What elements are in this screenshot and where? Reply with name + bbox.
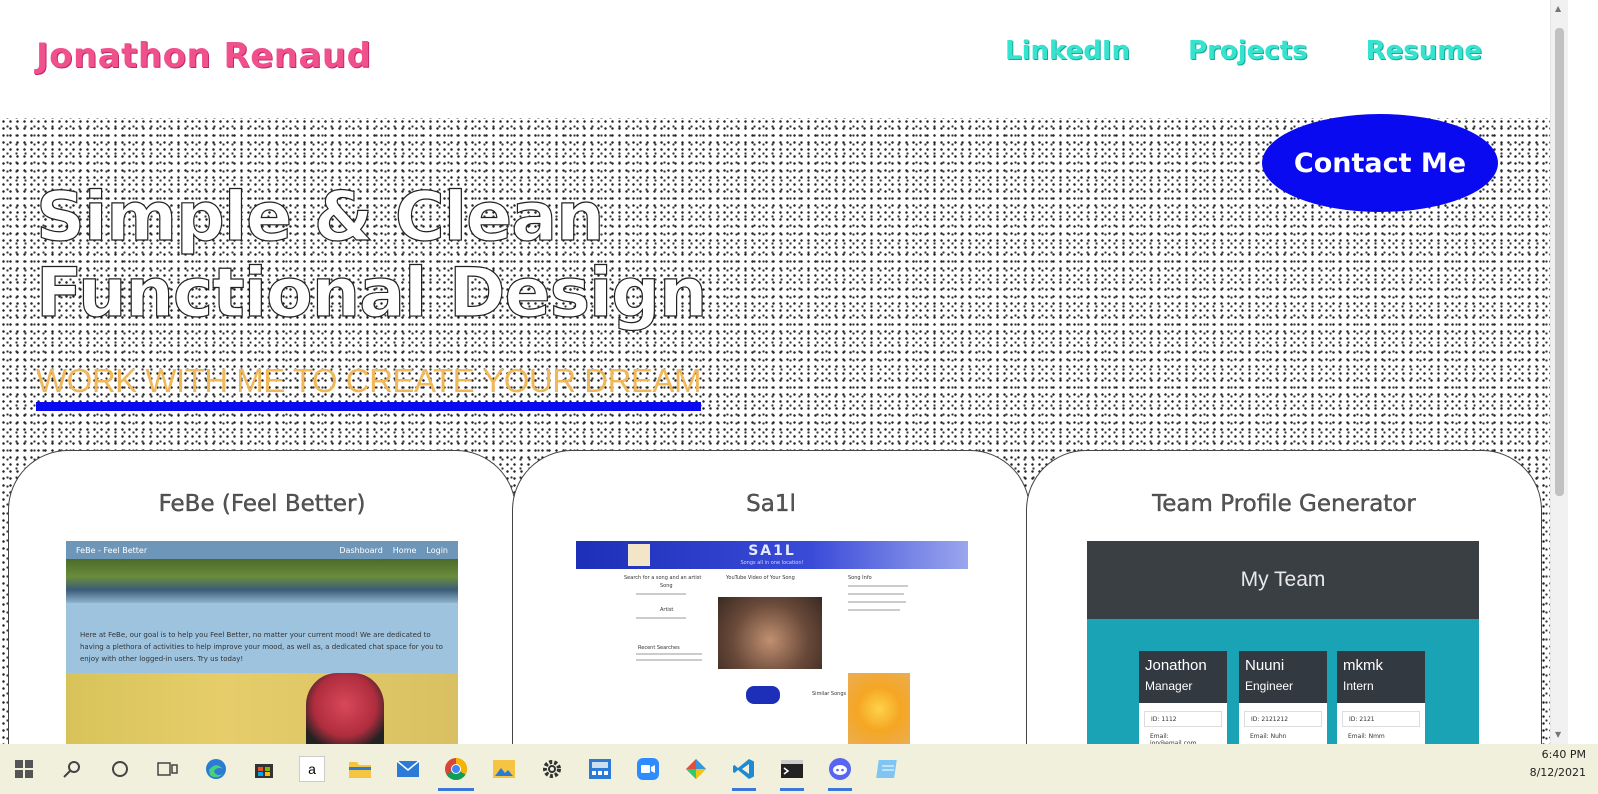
sail-preview-song-label: Song	[660, 583, 673, 589]
sail-preview-search-heading: Search for a song and an artist	[624, 575, 702, 581]
sail-preview-video	[718, 597, 822, 669]
windows-taskbar: a 6:40 PM 8/12/2021	[0, 744, 1598, 794]
team-preview-header: My Team	[1087, 541, 1479, 619]
hero-tagline: WORK WITH ME TO CREATE YOUR DREAM	[36, 362, 701, 411]
sail-preview-header: SA1L Songs all in one location!	[576, 541, 968, 569]
sail-preview-info-line	[848, 593, 904, 595]
clock-date: 8/12/2021	[1529, 766, 1586, 779]
terminal-icon[interactable]	[768, 747, 816, 791]
project-card-febe[interactable]: FeBe (Feel Better) FeBe - Feel Better Da…	[8, 450, 516, 771]
cortana-icon[interactable]	[96, 747, 144, 791]
project-title: FeBe (Feel Better)	[158, 491, 366, 517]
project-screenshot-febe[interactable]: FeBe - Feel Better Dashboard Home Login …	[66, 541, 458, 753]
sail-preview-info-heading: Song Info	[848, 575, 872, 581]
vscode-icon[interactable]	[720, 747, 768, 791]
febe-preview-app-name: FeBe - Feel Better	[76, 545, 148, 555]
windows-start-icon[interactable]	[0, 747, 48, 791]
febe-preview-photo	[66, 673, 458, 753]
page-scrollbar[interactable]: ▲ ▼	[1550, 0, 1568, 744]
nav-linkedin[interactable]: LinkedIn	[1005, 36, 1130, 66]
febe-preview-banner	[66, 559, 458, 603]
sail-preview-button	[746, 686, 780, 704]
sail-preview-video-heading: YouTube Video of Your Song	[726, 575, 795, 581]
site-header: Jonathon Renaud LinkedIn Projects Resume	[0, 0, 1550, 118]
team-member-id: ID: 2121	[1342, 711, 1420, 727]
team-member-card-head: mkmk Intern	[1337, 651, 1425, 703]
headline-line-1: Simple & Clean	[35, 178, 605, 257]
main-nav: LinkedIn Projects Resume	[1005, 36, 1482, 66]
project-title: Team Profile Generator	[1152, 491, 1416, 517]
febe-preview-links: Dashboard Home Login	[339, 546, 448, 555]
team-member-role: Engineer	[1245, 679, 1294, 693]
nav-resume[interactable]: Resume	[1366, 36, 1482, 66]
sail-preview-info-line	[848, 585, 908, 587]
calculator-icon[interactable]	[576, 747, 624, 791]
febe-preview-nav: FeBe - Feel Better Dashboard Home Login	[66, 541, 458, 559]
febe-preview-link: Login	[426, 545, 448, 555]
nav-projects[interactable]: Projects	[1188, 36, 1308, 66]
hero-headline: Simple & Clean Functional Design	[35, 178, 708, 333]
team-member-card-head: Jonathon Manager	[1139, 651, 1227, 703]
team-member-role: Intern	[1343, 679, 1374, 693]
team-member-card-head: Nuuni Engineer	[1239, 651, 1327, 703]
notepad-icon[interactable]	[864, 747, 912, 791]
sail-preview-subtitle: Songs all in one location!	[740, 560, 804, 566]
project-title: Sa1l	[746, 491, 796, 517]
team-member-card: mkmk Intern ID: 2121 Email: Nmm	[1337, 651, 1425, 753]
project-card-team-profile[interactable]: Team Profile Generator My Team Jonathon …	[1026, 450, 1542, 771]
team-member-role: Manager	[1145, 679, 1193, 693]
store-icon[interactable]	[240, 747, 288, 791]
file-explorer-icon[interactable]	[336, 747, 384, 791]
scroll-down-arrow-icon[interactable]: ▼	[1555, 730, 1561, 739]
sail-preview-artist-label: Artist	[660, 607, 674, 613]
shoe-image	[306, 673, 384, 753]
team-member-name: Nuuni	[1245, 657, 1285, 674]
team-member-card: Jonathon Manager ID: 1112 Email: jon@ema…	[1139, 651, 1227, 753]
febe-preview-blurb: Here at FeBe, our goal is to help you Fe…	[66, 603, 458, 673]
team-member-id: ID: 2121212	[1244, 711, 1322, 727]
sail-preview-album-art	[848, 673, 910, 753]
febe-preview-link: Dashboard	[339, 545, 383, 555]
chrome-icon[interactable]	[432, 747, 480, 791]
project-screenshot-team[interactable]: My Team Jonathon Manager ID: 1112 Email:…	[1087, 541, 1479, 753]
scrollbar-thumb[interactable]	[1555, 28, 1564, 496]
amazon-icon[interactable]: a	[288, 747, 336, 791]
clock-time: 6:40 PM	[1541, 748, 1586, 761]
team-member-card: Nuuni Engineer ID: 2121212 Email: Nuhn	[1239, 651, 1327, 753]
photos-icon[interactable]	[480, 747, 528, 791]
team-member-name: Jonathon	[1145, 657, 1207, 674]
contact-me-button[interactable]: Contact Me	[1262, 114, 1498, 212]
sail-preview-recent-row	[636, 653, 702, 655]
system-clock[interactable]: 6:40 PM 8/12/2021	[1530, 746, 1586, 782]
team-member-name: mkmk	[1343, 657, 1383, 674]
edge-icon[interactable]	[192, 747, 240, 791]
task-view-icon[interactable]	[144, 747, 192, 791]
sail-preview-info-line	[848, 609, 900, 611]
mail-icon[interactable]	[384, 747, 432, 791]
sail-preview-artist-input	[636, 617, 686, 619]
headline-line-2: Functional Design	[35, 254, 708, 333]
discord-icon[interactable]	[816, 747, 864, 791]
project-screenshot-sail[interactable]: SA1L Songs all in one location! Search f…	[576, 541, 968, 753]
sail-preview-info-line	[848, 601, 906, 603]
sail-preview-recent-label: Recent Searches	[638, 645, 680, 651]
settings-icon[interactable]	[528, 747, 576, 791]
scroll-up-arrow-icon[interactable]: ▲	[1555, 4, 1561, 13]
sail-preview-song-input	[636, 593, 686, 595]
team-member-id: ID: 1112	[1144, 711, 1222, 727]
site-brand[interactable]: Jonathon Renaud	[36, 36, 371, 76]
febe-preview-link: Home	[392, 545, 417, 555]
sail-preview-recent-row	[636, 659, 702, 661]
paint-icon[interactable]	[672, 747, 720, 791]
sail-preview-similar-heading: Similar Songs	[812, 691, 847, 697]
project-card-sail[interactable]: Sa1l SA1L Songs all in one location! Sea…	[512, 450, 1030, 771]
zoom-icon[interactable]	[624, 747, 672, 791]
hero-section: Contact Me Simple & Clean Functional Des…	[0, 114, 1550, 771]
sail-preview-title: SA1L	[748, 543, 796, 559]
search-icon[interactable]	[48, 747, 96, 791]
